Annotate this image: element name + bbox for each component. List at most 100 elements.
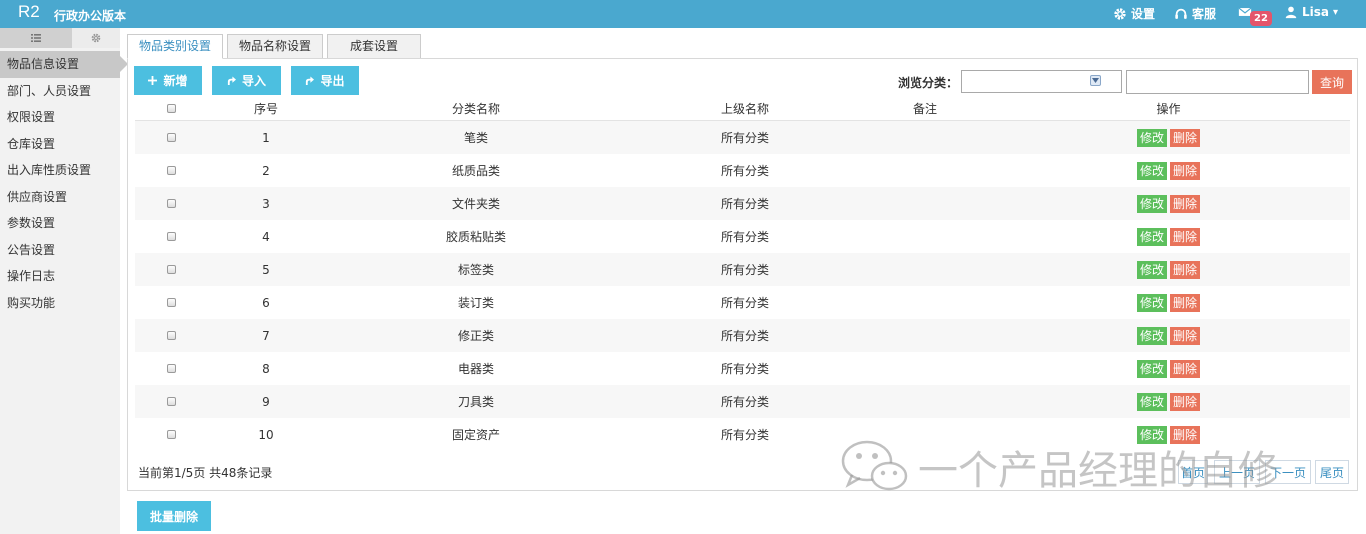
edit-button[interactable]: 修改: [1136, 161, 1167, 180]
first-page-button[interactable]: 首页: [1178, 460, 1208, 484]
row-parent: 所有分类: [720, 164, 769, 178]
row-parent: 所有分类: [720, 263, 769, 277]
gear-icon: [1114, 7, 1126, 20]
row-parent: 所有分类: [720, 395, 769, 409]
sidebar-item-purchase[interactable]: 购买功能: [0, 290, 120, 317]
row-checkbox[interactable]: [166, 397, 176, 406]
sidebar-item-label: 出入库性质设置: [7, 163, 92, 177]
category-select[interactable]: [961, 70, 1122, 93]
header-ops: 操作: [1156, 102, 1181, 116]
header-name: 分类名称: [451, 102, 500, 116]
export-button-label: 导出: [320, 74, 345, 88]
row-checkbox[interactable]: [166, 166, 176, 175]
edit-button[interactable]: 修改: [1136, 326, 1167, 345]
table-row: 5 标签类 所有分类 修改 删除: [135, 253, 1350, 286]
gear-icon: [91, 33, 101, 43]
sidebar-item-item-info[interactable]: 物品信息设置: [0, 51, 128, 78]
tab-kit[interactable]: 成套设置: [327, 34, 422, 59]
sidebar-item-announcements[interactable]: 公告设置: [0, 237, 120, 264]
batch-delete-button[interactable]: 批量删除: [137, 501, 211, 531]
prev-page-button[interactable]: 上一页: [1214, 460, 1260, 484]
header-parent: 上级名称: [720, 102, 769, 116]
delete-button[interactable]: 删除: [1170, 359, 1201, 378]
row-checkbox[interactable]: [166, 133, 176, 142]
sidebar-item-label: 参数设置: [7, 216, 56, 230]
search-input[interactable]: [1126, 70, 1309, 94]
row-checkbox[interactable]: [166, 298, 176, 307]
row-checkbox[interactable]: [166, 199, 176, 208]
top-bar: R2 行政办公版本 设置 客服 22 Lisa ▾: [0, 0, 1366, 28]
row-checkbox[interactable]: [166, 430, 176, 439]
next-page-button[interactable]: 下一页: [1265, 460, 1311, 484]
sidebar-item-label: 操作日志: [7, 269, 56, 283]
row-checkbox[interactable]: [166, 265, 176, 274]
sidebar-item-operation-log[interactable]: 操作日志: [0, 263, 120, 290]
edit-button[interactable]: 修改: [1136, 425, 1167, 444]
row-seq: 2: [262, 163, 270, 178]
sidebar-item-permissions[interactable]: 权限设置: [0, 104, 120, 131]
delete-button[interactable]: 删除: [1170, 194, 1201, 213]
sidebar-item-label: 购买功能: [7, 295, 56, 310]
sidebar-item-stock-types[interactable]: 出入库性质设置: [0, 157, 120, 184]
edit-button[interactable]: 修改: [1136, 227, 1167, 246]
delete-button[interactable]: 删除: [1170, 392, 1201, 411]
user-name: Lisa: [1302, 5, 1329, 19]
tab-item-category[interactable]: 物品类别设置: [127, 34, 224, 59]
headset-icon: [1175, 8, 1187, 19]
select-all-cell: [135, 104, 207, 113]
edit-button[interactable]: 修改: [1136, 128, 1167, 147]
table-row: 3 文件夹类 所有分类 修改 删除: [135, 187, 1350, 220]
mail-count-badge: 22: [1250, 11, 1272, 26]
row-seq: 9: [262, 394, 270, 409]
table-row: 1 笔类 所有分类 修改 删除: [135, 121, 1350, 154]
sidebar-item-parameters[interactable]: 参数设置: [0, 210, 120, 237]
share-arrow-icon: [306, 76, 315, 85]
delete-button[interactable]: 删除: [1170, 260, 1201, 279]
last-page-button[interactable]: 尾页: [1315, 460, 1349, 484]
add-button[interactable]: 新增: [134, 66, 202, 95]
delete-button[interactable]: 删除: [1170, 161, 1201, 180]
row-name: 标签类: [457, 263, 494, 277]
row-parent: 所有分类: [720, 230, 769, 244]
tab-item-name[interactable]: 物品名称设置: [227, 34, 324, 59]
edit-button[interactable]: 修改: [1136, 260, 1167, 279]
settings-link[interactable]: 设置: [1113, 5, 1155, 22]
row-seq: 6: [262, 295, 270, 310]
edit-button[interactable]: 修改: [1136, 293, 1167, 312]
delete-button[interactable]: 删除: [1170, 293, 1201, 312]
sidebar-tab-list[interactable]: [0, 28, 72, 48]
delete-button[interactable]: 删除: [1170, 425, 1201, 444]
edit-button[interactable]: 修改: [1136, 194, 1167, 213]
plus-icon: [148, 76, 158, 85]
row-checkbox[interactable]: [166, 364, 176, 373]
edit-button[interactable]: 修改: [1136, 392, 1167, 411]
sidebar-item-warehouse[interactable]: 仓库设置: [0, 131, 120, 158]
query-button[interactable]: 查询: [1312, 70, 1352, 94]
delete-button[interactable]: 删除: [1170, 227, 1201, 246]
edit-button[interactable]: 修改: [1136, 359, 1167, 378]
sidebar-item-departments[interactable]: 部门、人员设置: [0, 78, 120, 105]
delete-button[interactable]: 删除: [1170, 128, 1201, 147]
row-checkbox[interactable]: [166, 331, 176, 340]
import-button[interactable]: 导入: [212, 66, 281, 95]
category-table: 序号 分类名称 上级名称 备注 操作 1 笔类 所有分类 修改 删除 2 纸质品类…: [135, 97, 1350, 451]
row-parent: 所有分类: [720, 296, 769, 310]
export-button[interactable]: 导出: [291, 66, 359, 95]
sidebar-item-label: 部门、人员设置: [7, 83, 92, 98]
row-checkbox[interactable]: [166, 232, 176, 241]
header-seq: 序号: [253, 102, 278, 116]
sidebar-item-label: 仓库设置: [7, 136, 56, 151]
select-all-checkbox[interactable]: [166, 104, 176, 113]
pagination-info: 当前第1/5页 共48条记录: [138, 466, 273, 480]
row-seq: 3: [262, 196, 270, 211]
chevron-down-icon: [1090, 75, 1101, 86]
support-link[interactable]: 客服: [1174, 5, 1216, 22]
sidebar-tab-settings[interactable]: [72, 28, 120, 48]
sidebar: 物品信息设置 部门、人员设置 权限设置 仓库设置 出入库性质设置 供应商设置 参…: [0, 28, 128, 534]
delete-button[interactable]: 删除: [1170, 326, 1201, 345]
row-name: 修正类: [457, 329, 494, 343]
table-row: 4 胶质粘贴类 所有分类 修改 删除: [135, 220, 1350, 253]
user-menu[interactable]: Lisa ▾: [1284, 5, 1338, 19]
sidebar-item-suppliers[interactable]: 供应商设置: [0, 184, 120, 211]
chevron-down-icon: ▾: [1333, 6, 1339, 18]
